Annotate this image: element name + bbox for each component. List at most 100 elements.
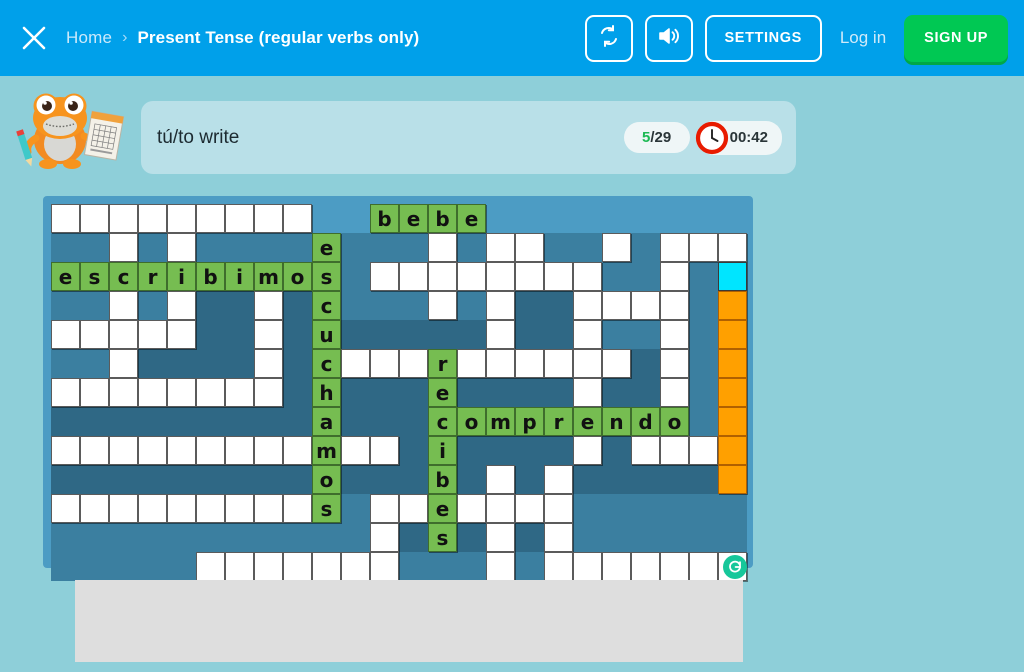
grid-cell-empty[interactable] (138, 436, 167, 465)
grid-cell-empty[interactable] (486, 552, 515, 581)
grid-cell-empty[interactable] (515, 233, 544, 262)
grid-cell-empty[interactable] (689, 233, 718, 262)
grid-cell-empty[interactable] (167, 436, 196, 465)
grid-cell-empty[interactable] (399, 349, 428, 378)
grid-cell-empty[interactable] (109, 494, 138, 523)
grid-cell-cursor[interactable] (718, 262, 747, 291)
grid-cell-empty[interactable] (370, 494, 399, 523)
settings-button[interactable]: SETTINGS (704, 14, 822, 62)
grid-cell-empty[interactable] (254, 291, 283, 320)
grid-cell-empty[interactable] (573, 291, 602, 320)
grid-cell-empty[interactable] (341, 349, 370, 378)
grid-cell-empty[interactable] (689, 436, 718, 465)
grid-cell-filled[interactable]: r (544, 407, 573, 436)
grid-cell-active[interactable] (718, 349, 747, 378)
grid-cell-empty[interactable] (167, 494, 196, 523)
grid-cell-filled[interactable]: c (109, 262, 138, 291)
grid-cell-active[interactable] (718, 465, 747, 494)
grid-cell-filled[interactable]: a (312, 407, 341, 436)
grid-cell-empty[interactable] (486, 349, 515, 378)
grid-cell-empty[interactable] (109, 320, 138, 349)
grid-cell-empty[interactable] (109, 291, 138, 320)
grid-cell-empty[interactable] (486, 494, 515, 523)
grid-cell-empty[interactable] (573, 552, 602, 581)
grid-cell-filled[interactable]: e (51, 262, 80, 291)
grid-cell-empty[interactable] (515, 494, 544, 523)
grid-cell-empty[interactable] (167, 233, 196, 262)
grid-cell-empty[interactable] (80, 494, 109, 523)
grid-cell-empty[interactable] (109, 204, 138, 233)
grid-cell-empty[interactable] (196, 436, 225, 465)
grid-cell-empty[interactable] (109, 233, 138, 262)
grid-cell-empty[interactable] (167, 378, 196, 407)
grid-cell-empty[interactable] (457, 349, 486, 378)
grid-cell-filled[interactable]: b (428, 204, 457, 233)
grid-cell-empty[interactable] (138, 378, 167, 407)
grid-cell-filled[interactable]: o (457, 407, 486, 436)
grid-cell-empty[interactable] (254, 320, 283, 349)
grid-cell-empty[interactable] (109, 378, 138, 407)
grid-cell-filled[interactable]: i (167, 262, 196, 291)
grid-cell-empty[interactable] (138, 204, 167, 233)
refresh-button[interactable] (584, 14, 633, 62)
grid-cell-empty[interactable] (573, 349, 602, 378)
grid-cell-empty[interactable] (660, 291, 689, 320)
grid-cell-empty[interactable] (312, 552, 341, 581)
rotate-direction-icon[interactable] (723, 555, 747, 579)
grid-cell-filled[interactable]: r (138, 262, 167, 291)
grid-cell-empty[interactable] (660, 378, 689, 407)
grid-cell-empty[interactable] (254, 349, 283, 378)
grid-cell-active[interactable] (718, 378, 747, 407)
grid-cell-empty[interactable] (544, 494, 573, 523)
grid-cell-filled[interactable]: u (312, 320, 341, 349)
grid-cell-empty[interactable] (544, 552, 573, 581)
grid-cell-empty[interactable] (283, 552, 312, 581)
grid-cell-empty[interactable] (51, 320, 80, 349)
grid-cell-empty[interactable] (689, 552, 718, 581)
grid-cell-empty[interactable] (370, 349, 399, 378)
grid-cell-empty[interactable] (457, 494, 486, 523)
grid-cell-empty[interactable] (196, 378, 225, 407)
grid-cell-filled[interactable]: m (486, 407, 515, 436)
grid-cell-empty[interactable] (718, 233, 747, 262)
grid-cell-empty[interactable] (196, 552, 225, 581)
grid-cell-empty[interactable] (283, 436, 312, 465)
sound-button[interactable] (644, 14, 693, 62)
grid-cell-active[interactable] (718, 320, 747, 349)
grid-cell-empty[interactable] (573, 436, 602, 465)
grid-cell-empty[interactable] (544, 262, 573, 291)
grid-cell-empty[interactable] (341, 436, 370, 465)
grid-cell-empty[interactable] (370, 262, 399, 291)
grid-cell-filled[interactable]: b (196, 262, 225, 291)
grid-cell-filled[interactable]: e (457, 204, 486, 233)
grid-cell-active[interactable] (718, 407, 747, 436)
grid-cell-empty[interactable] (254, 204, 283, 233)
grid-cell-empty[interactable] (196, 204, 225, 233)
grid-cell-empty[interactable] (51, 378, 80, 407)
grid-cell-filled[interactable]: e (399, 204, 428, 233)
grid-cell-empty[interactable] (544, 465, 573, 494)
grid-cell-empty[interactable] (486, 262, 515, 291)
grid-cell-empty[interactable] (428, 233, 457, 262)
grid-cell-filled[interactable]: e (428, 494, 457, 523)
grid-cell-empty[interactable] (486, 465, 515, 494)
grid-cell-empty[interactable] (283, 494, 312, 523)
grid-cell-empty[interactable] (515, 349, 544, 378)
grid-cell-empty[interactable] (167, 291, 196, 320)
grid-cell-empty[interactable] (51, 494, 80, 523)
grid-cell-empty[interactable] (138, 320, 167, 349)
grid-cell-empty[interactable] (660, 349, 689, 378)
grid-cell-filled[interactable]: s (312, 262, 341, 291)
grid-cell-empty[interactable] (225, 204, 254, 233)
grid-cell-filled[interactable]: i (428, 436, 457, 465)
grid-cell-empty[interactable] (80, 320, 109, 349)
grid-cell-filled[interactable]: i (225, 262, 254, 291)
grid-cell-empty[interactable] (602, 291, 631, 320)
grid-cell-empty[interactable] (225, 494, 254, 523)
grid-cell-empty[interactable] (225, 436, 254, 465)
grid-cell-filled[interactable]: b (428, 465, 457, 494)
grid-cell-empty[interactable] (225, 378, 254, 407)
grid-cell-empty[interactable] (486, 291, 515, 320)
grid-cell-filled[interactable]: m (254, 262, 283, 291)
grid-cell-empty[interactable] (486, 233, 515, 262)
